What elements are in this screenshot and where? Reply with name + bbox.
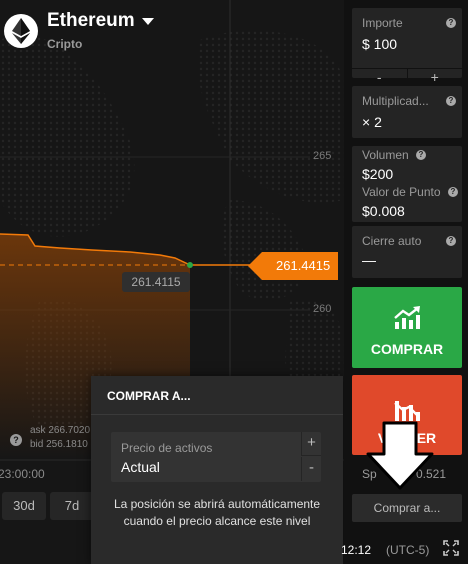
fullscreen-icon[interactable] (443, 540, 459, 556)
help-icon[interactable]: ? (446, 236, 456, 246)
asset-price-field[interactable]: Precio de activos Actual + - (111, 432, 321, 482)
bid-label: bid 256.1810 (30, 439, 88, 450)
current-price-tag: 261.4415 (248, 252, 338, 280)
time-axis-label: 23:00:00 (0, 467, 45, 481)
spread-label: Sp (362, 467, 377, 481)
amount-stepper: - + (352, 68, 462, 86)
increase-amount-button[interactable]: + (406, 69, 463, 86)
volume-label: Volumen (362, 148, 409, 162)
range-button-7d[interactable]: 7d (50, 492, 94, 520)
trade-panel: Importe ? $ 100 - + Multiplicad... ? × 2… (341, 0, 468, 564)
sell-label: VENDER (377, 430, 437, 446)
volume-info: Volumen ? $200 Valor de Punto ? $0.008 (352, 146, 462, 222)
popup-note: La posición se abrirá automáticamente cu… (113, 497, 321, 528)
amount-field[interactable]: Importe ? $ 100 - + (352, 8, 462, 86)
y-tick-label: 260 (313, 303, 332, 315)
help-icon[interactable]: ? (416, 150, 426, 160)
decrease-amount-button[interactable]: - (352, 69, 407, 86)
point-value-label: Valor de Punto (362, 185, 441, 199)
asset-price-label: Precio de activos (121, 441, 213, 455)
spread-value: 0.521 (416, 467, 447, 481)
ethereum-icon (4, 13, 38, 48)
volume-value: $200 (362, 166, 394, 182)
multiplier-value: × 2 (362, 114, 382, 130)
chart-up-icon (394, 306, 420, 329)
chevron-down-icon (141, 17, 154, 25)
timezone: (UTC-5) (386, 543, 430, 557)
asset-selector[interactable]: Ethereum Cripto (4, 10, 154, 51)
buy-at-button[interactable]: Comprar a... (352, 494, 462, 522)
asset-category: Cripto (47, 37, 83, 51)
divider (91, 414, 343, 415)
amount-label: Importe (362, 16, 403, 30)
decrease-price-button[interactable]: - (301, 457, 321, 481)
autoclose-label: Cierre auto (362, 234, 422, 248)
ask-bid-info: ask 266.7020 bid 256.1810 (30, 424, 90, 452)
buy-at-popup: COMPRAR A... Precio de activos Actual + … (91, 376, 343, 564)
amount-value[interactable]: $ 100 (362, 36, 397, 52)
multiplier-field[interactable]: Multiplicad... ? × 2 (352, 86, 462, 138)
increase-price-button[interactable]: + (301, 432, 321, 456)
asset-name: Ethereum (47, 10, 135, 31)
help-icon[interactable]: ? (10, 434, 22, 446)
help-icon[interactable]: ? (446, 18, 456, 28)
sell-button[interactable]: VENDER (352, 375, 462, 455)
current-price-dot (187, 262, 193, 268)
autoclose-field[interactable]: Cierre auto ? — (352, 226, 462, 278)
popup-title: COMPRAR A... (107, 389, 191, 403)
buy-label: COMPRAR (370, 341, 444, 357)
asset-name-dropdown[interactable]: Ethereum (47, 10, 154, 32)
clock: 12:12 (341, 543, 372, 557)
multiplier-label: Multiplicad... (362, 94, 429, 108)
range-button-30d[interactable]: 30d (2, 492, 46, 520)
point-value-value: $0.008 (362, 203, 405, 219)
chart-down-icon (394, 401, 420, 421)
y-tick-label: 265 (313, 150, 332, 162)
buy-button[interactable]: COMPRAR (352, 287, 462, 368)
asset-price-value[interactable]: Actual (121, 459, 160, 475)
hover-price-label: 261.4115 (122, 272, 190, 292)
ask-label: ask 266.7020 (30, 425, 91, 436)
help-icon[interactable]: ? (446, 96, 456, 106)
autoclose-value: — (362, 252, 376, 268)
help-icon[interactable]: ? (448, 187, 458, 197)
